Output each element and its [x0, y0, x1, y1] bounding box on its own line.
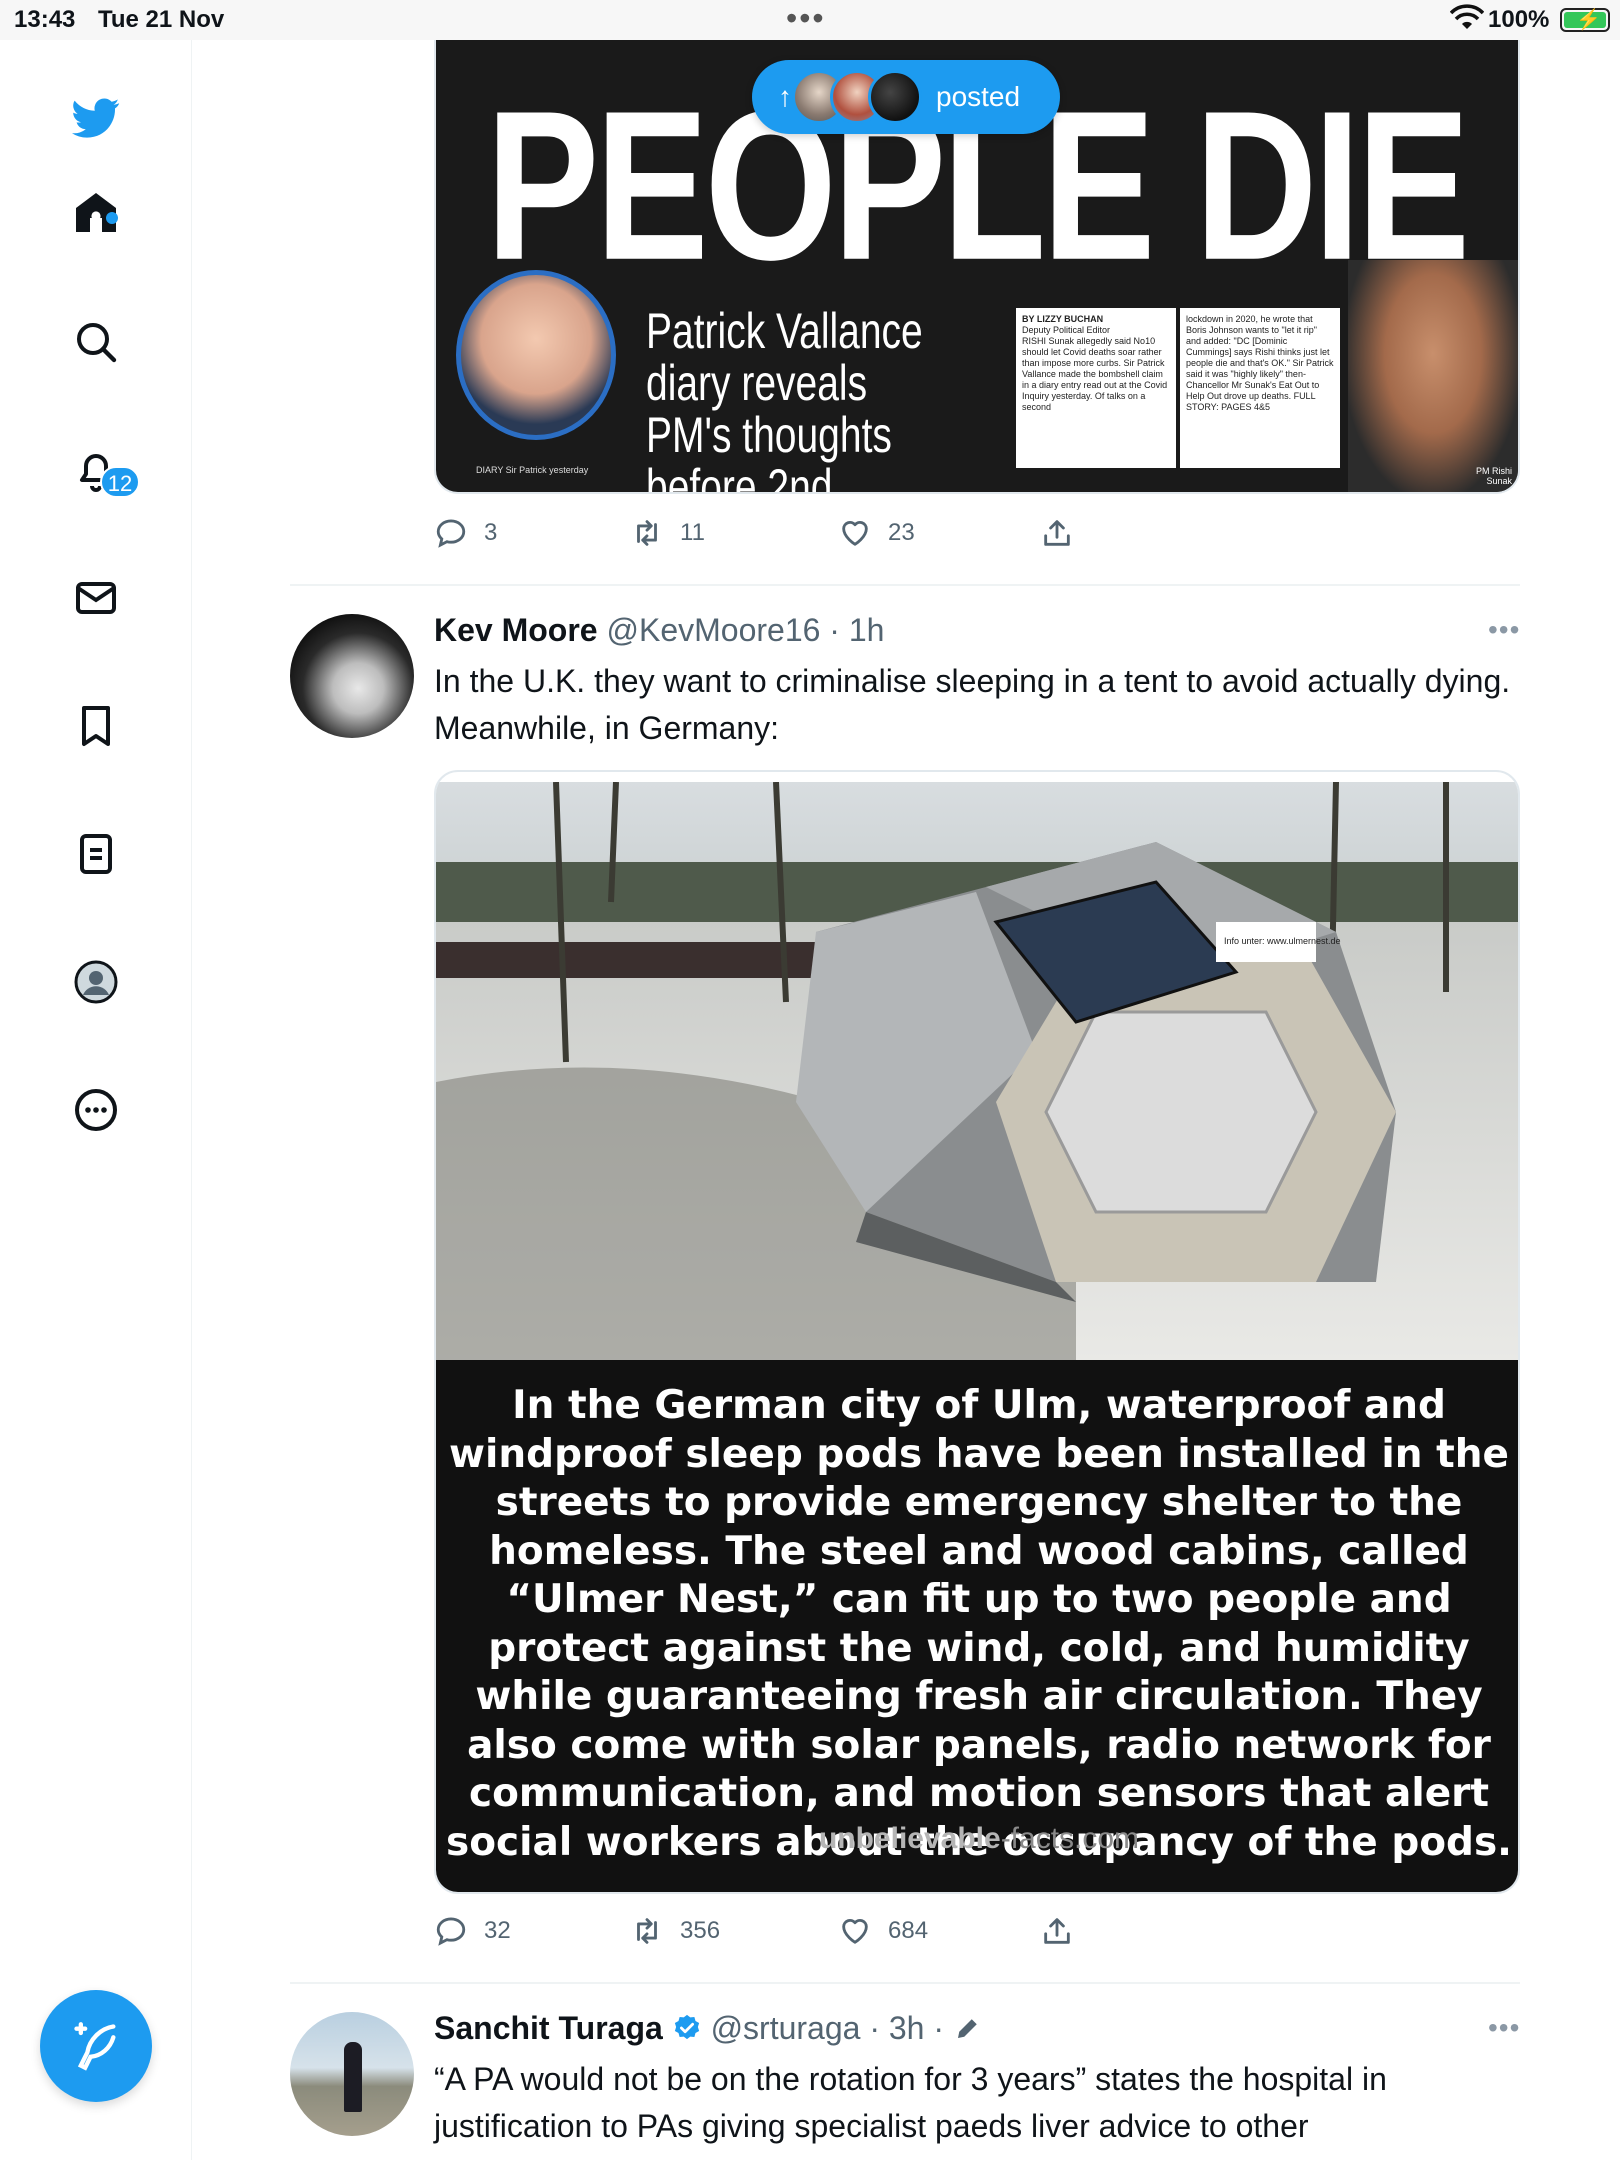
- profile-avatar-icon[interactable]: [66, 952, 126, 1012]
- avatar-kev-moore[interactable]: [290, 614, 414, 738]
- edited-pencil-icon[interactable]: [953, 2013, 983, 2043]
- more-icon[interactable]: [66, 1080, 126, 1140]
- pill-avatar-3: [868, 70, 922, 124]
- tweet2-actions: 32 356 684: [434, 1914, 1134, 1954]
- tweet3-text: “A PA would not be on the rotation for 3…: [434, 2061, 1387, 2144]
- author-handle[interactable]: @KevMoore16: [606, 612, 820, 648]
- status-date: Tue 21 Nov: [98, 6, 225, 33]
- like-button[interactable]: 23: [838, 516, 915, 550]
- messages-icon[interactable]: [66, 568, 126, 628]
- newspaper-photo-sunak: PM Rishi Sunak: [1348, 260, 1518, 492]
- verified-badge-icon: [674, 2014, 699, 2040]
- heart-icon: [842, 521, 868, 546]
- newspaper-photo-vallance: [456, 270, 616, 440]
- retweet-button[interactable]: 356: [630, 1914, 720, 1948]
- home-unread-dot: [106, 212, 118, 224]
- notifications-badge: 12: [100, 466, 140, 498]
- heart-icon: [842, 1919, 868, 1944]
- media-source-bold: unbelievable: [818, 1822, 1001, 1855]
- tweet-divider: [290, 1982, 1520, 1984]
- retweet-count: 356: [680, 1917, 721, 1944]
- twitter-logo-icon[interactable]: [66, 88, 126, 148]
- reply-count: 3: [484, 519, 498, 546]
- compose-feather-icon: [74, 2022, 116, 2071]
- tweet2-text: In the U.K. they want to criminalise sle…: [434, 663, 1511, 746]
- author-name[interactable]: Sanchit Turaga: [434, 2010, 663, 2046]
- share-button[interactable]: [1040, 1914, 1090, 1948]
- tweet-more-options-icon[interactable]: •••: [1488, 614, 1520, 646]
- newspaper-caption-right: PM Rishi Sunak: [1475, 466, 1512, 486]
- media-caption-panel: In the German city of Ulm, waterproof an…: [436, 1360, 1518, 1892]
- like-count: 684: [888, 1917, 929, 1944]
- author-handle[interactable]: @srturaga: [711, 2010, 861, 2046]
- battery-percent: 100%: [1488, 6, 1550, 33]
- share-button[interactable]: [1040, 516, 1090, 550]
- status-time: 13:43: [14, 6, 76, 33]
- compose-tweet-button[interactable]: [40, 1990, 152, 2102]
- search-icon[interactable]: [66, 312, 126, 372]
- newspaper-caption-left: DIARY Sir Patrick yesterday: [476, 465, 589, 475]
- tweet1-actions: 3 11 23: [434, 516, 1134, 556]
- battery-icon: ⚡: [1560, 8, 1610, 32]
- newspaper-col1-text: RISHI Sunak allegedly said No10 should l…: [1022, 336, 1168, 412]
- media-source-rest: -facts.com: [1000, 1822, 1140, 1855]
- media-source-watermark: unbelievable-facts.com: [436, 1822, 1518, 1856]
- wifi-icon: [1450, 4, 1484, 29]
- retweet-icon: [637, 520, 657, 546]
- newspaper-subheadline: Patrick Vallance diary reveals PM's thou…: [646, 303, 923, 494]
- reply-button[interactable]: 3: [434, 516, 497, 550]
- arrow-up-icon: ↑: [778, 81, 792, 112]
- tweet-time[interactable]: · 3h ·: [869, 2010, 944, 2046]
- newspaper-column-1: BY LIZZY BUCHAN Deputy Political Editor …: [1016, 308, 1176, 468]
- sidebar-nav: 12: [0, 40, 192, 2160]
- tweet3-header: Sanchit Turaga @srturaga · 3h ·: [434, 2010, 983, 2047]
- tweet2-header: Kev Moore @KevMoore16 · 1h: [434, 612, 884, 649]
- like-button[interactable]: 684: [838, 1914, 928, 1948]
- newspaper-byline-role: Deputy Political Editor: [1022, 325, 1111, 335]
- pod-sign: Info unter: www.ulmernest.de: [1224, 936, 1341, 946]
- like-count: 23: [888, 519, 915, 546]
- newspaper-byline: BY LIZZY BUCHAN: [1022, 314, 1104, 324]
- share-icon: [1044, 520, 1070, 546]
- multitasking-dots-icon[interactable]: •••: [786, 0, 826, 37]
- retweet-icon: [637, 1918, 657, 1944]
- tweet2-media[interactable]: Info unter: www.ulmernest.de In the Germ…: [434, 770, 1520, 1894]
- author-name[interactable]: Kev Moore: [434, 612, 598, 648]
- newspaper-column-2: lockdown in 2020, he wrote that Boris Jo…: [1180, 308, 1340, 468]
- tweet-more-options-icon[interactable]: •••: [1488, 2012, 1520, 2044]
- new-posts-pill[interactable]: ↑ posted: [752, 60, 1060, 134]
- home-icon[interactable]: [66, 182, 126, 242]
- share-icon: [1044, 1918, 1070, 1944]
- reply-icon: [436, 1917, 466, 1946]
- media-caption-text: In the German city of Ulm, waterproof an…: [446, 1383, 1512, 1865]
- status-bar: 13:43 Tue 21 Nov ••• 100% ⚡: [0, 0, 1620, 40]
- lists-icon[interactable]: [66, 824, 126, 884]
- bookmarks-icon[interactable]: [66, 696, 126, 756]
- tweet-time[interactable]: · 1h: [829, 612, 884, 648]
- reply-icon: [436, 519, 466, 548]
- retweet-button[interactable]: 11: [630, 516, 705, 550]
- avatar-figure: [344, 2042, 362, 2112]
- retweet-count: 11: [680, 519, 705, 546]
- new-posts-label: posted: [936, 81, 1021, 112]
- avatar-sanchit-turaga[interactable]: [290, 2012, 414, 2136]
- reply-button[interactable]: 32: [434, 1914, 511, 1948]
- reply-count: 32: [484, 1917, 511, 1944]
- sleep-pod-photo: Info unter: www.ulmernest.de: [436, 782, 1518, 1360]
- tweet-divider: [290, 584, 1520, 586]
